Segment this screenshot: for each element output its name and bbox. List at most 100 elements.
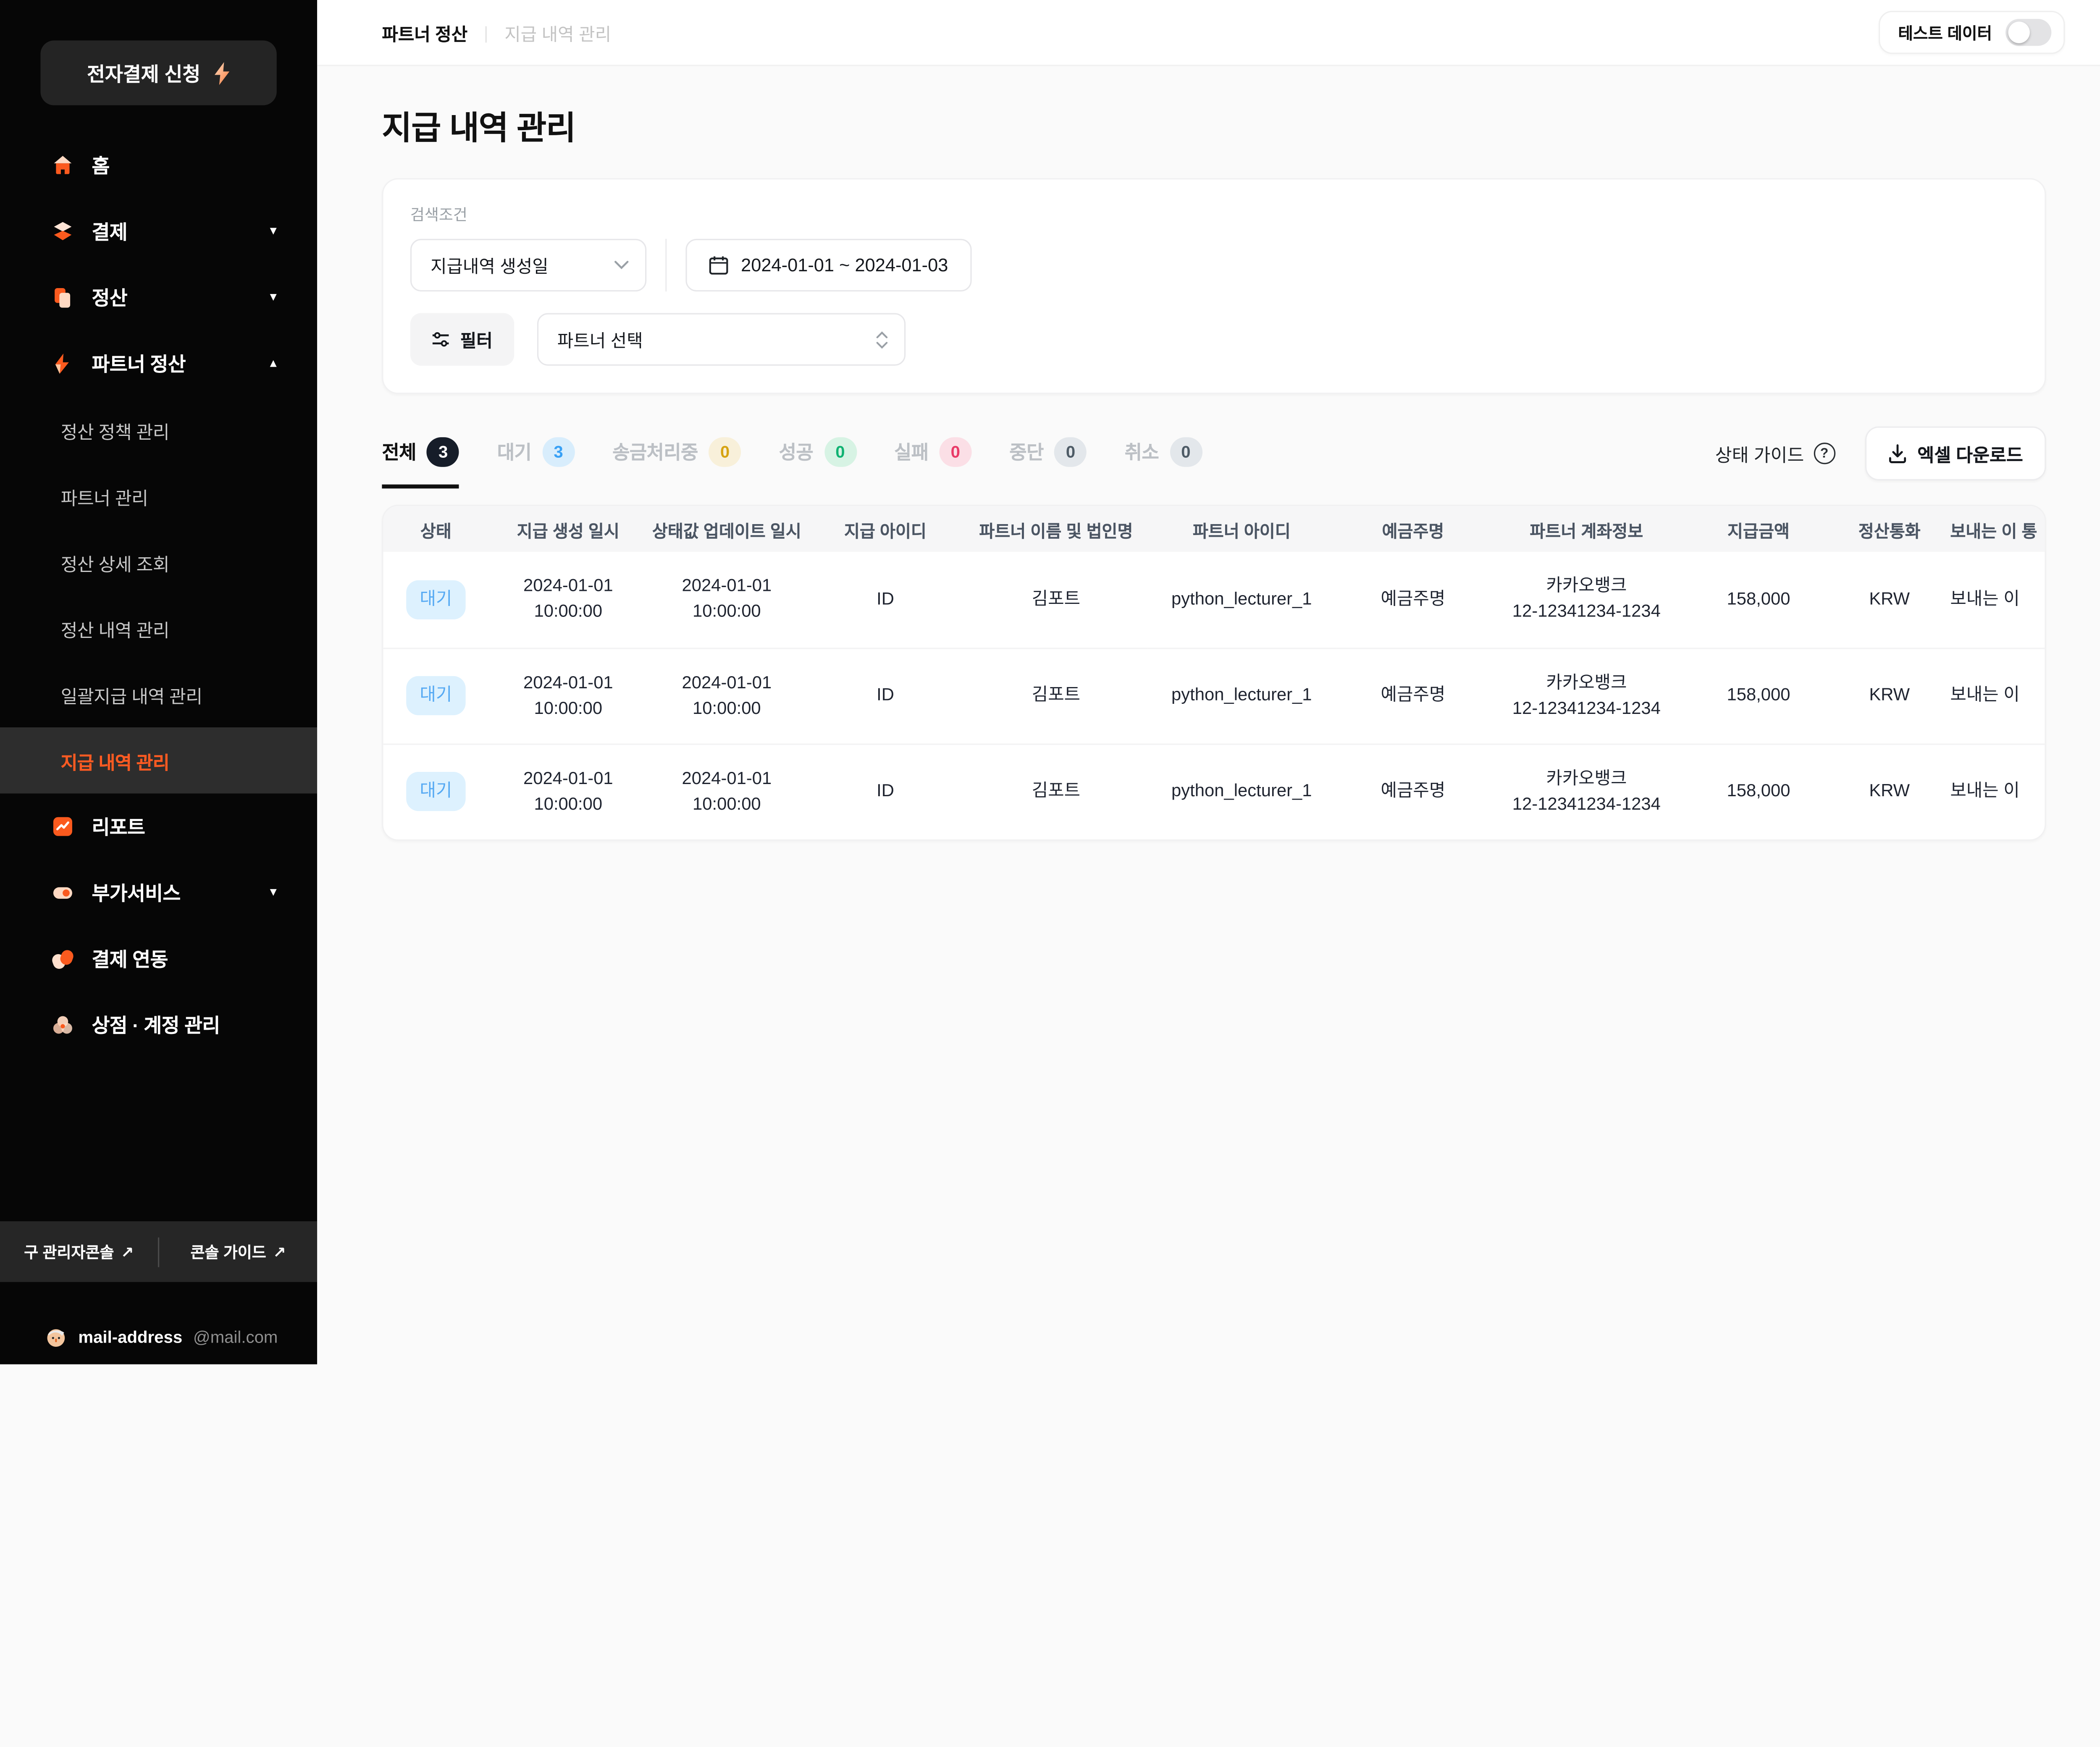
tab-cancelled[interactable]: 취소 0	[1125, 437, 1202, 470]
tab-success[interactable]: 성공 0	[779, 437, 856, 470]
link-label: 구 관리자콘솔	[24, 1241, 114, 1262]
sidebar-item-addon-services[interactable]: 부가서비스 ▾	[0, 860, 317, 926]
partner-select[interactable]: 파트너 선택	[537, 313, 906, 366]
subitem-label: 정산 내역 관리	[61, 615, 169, 642]
tab-failed[interactable]: 실패 0	[894, 437, 971, 470]
cell-created: 2024-01-01 10:00:00	[488, 552, 648, 648]
e-payment-apply-button[interactable]: 전자결제 신청	[40, 40, 276, 105]
cell-created: 2024-01-01 10:00:00	[488, 744, 648, 839]
download-icon	[1888, 443, 1907, 464]
tab-count-badge: 0	[1170, 437, 1202, 467]
tab-processing[interactable]: 송금처리중 0	[612, 437, 741, 470]
user-account[interactable]: mail-address @mail.com	[45, 1325, 278, 1348]
status-badge: 대기	[406, 772, 465, 811]
excel-download-button[interactable]: 엑셀 다운로드	[1865, 426, 2046, 480]
tab-label: 취소	[1125, 438, 1159, 465]
search-row: 지급내역 생성일 2024-01-01 ~ 2024-01-03	[410, 239, 2018, 291]
date-type-value: 지급내역 생성일	[430, 252, 614, 278]
tab-count-badge: 0	[939, 437, 971, 467]
sidebar-subitem-bulk-payout-history[interactable]: 일괄지급 내역 관리	[0, 661, 317, 727]
cell-sender: 보내는 이	[1945, 552, 2046, 648]
chevron-down-icon: ▾	[270, 290, 277, 305]
tab-label: 중단	[1009, 438, 1044, 465]
cell-payout-id: ID	[806, 552, 965, 648]
tab-label: 실패	[894, 438, 929, 465]
table-actions: 상태 가이드 ? 엑셀 다운로드	[1715, 426, 2046, 480]
payout-table-card: 상태 지급 생성 일시 상태값 업데이트 일시 지급 아이디 파트너 이름 및 …	[382, 505, 2046, 841]
table-row[interactable]: 대기 2024-01-01 10:00:00 2024-01-01 10:00:…	[383, 552, 2046, 648]
sidebar-item-label: 정산	[92, 283, 127, 312]
sidebar-item-payment-integration[interactable]: 결제 연동	[0, 926, 317, 992]
user-email-domain: @mail.com	[193, 1327, 278, 1346]
col-payout-id: 지급 아이디	[806, 506, 965, 552]
filter-icon	[432, 332, 449, 346]
cell-holder: 예금주명	[1336, 648, 1490, 743]
sidebar: 전자결제 신청 홈 결제 ▾	[0, 0, 317, 1364]
cell-partner-id: python_lecturer_1	[1147, 648, 1336, 743]
sidebar-subitem-settlement-detail[interactable]: 정산 상세 조회	[0, 529, 317, 595]
chevron-down-icon: ▾	[270, 885, 277, 900]
status-tabs: 전체 3 대기 3 송금처리중 0 성공 0 실패 0	[382, 437, 1202, 470]
subitem-label: 지급 내역 관리	[61, 747, 169, 774]
table-row[interactable]: 대기 2024-01-01 10:00:00 2024-01-01 10:00:…	[383, 648, 2046, 743]
sidebar-item-settlement[interactable]: 정산 ▾	[0, 265, 317, 331]
tab-count-badge: 3	[542, 437, 575, 467]
cell-partner-name: 김포트	[965, 744, 1147, 839]
date-type-select[interactable]: 지급내역 생성일	[410, 239, 646, 291]
sidebar-item-home[interactable]: 홈	[0, 132, 317, 198]
sidebar-item-store-account[interactable]: 상점 · 계정 관리	[0, 992, 317, 1058]
tab-label: 송금처리중	[612, 438, 698, 465]
sidebar-item-label: 상점 · 계정 관리	[92, 1011, 220, 1039]
console-guide-link[interactable]: 콘솔 가이드 ↗	[159, 1221, 317, 1282]
lightning-icon	[213, 61, 230, 84]
sidebar-item-label: 부가서비스	[92, 879, 181, 907]
tab-count-badge: 0	[824, 437, 856, 467]
test-data-label: 테스트 데이터	[1898, 21, 1992, 44]
tab-count-badge: 0	[1055, 437, 1087, 467]
col-created: 지급 생성 일시	[488, 506, 648, 552]
sidebar-footer: 구 관리자콘솔 ↗ 콘솔 가이드 ↗	[0, 1221, 317, 1282]
cell-account: 카카오뱅크 12-12341234-1234	[1490, 648, 1683, 743]
tab-waiting[interactable]: 대기 3	[497, 437, 575, 470]
tab-all[interactable]: 전체 3	[382, 437, 459, 470]
cell-sender: 보내는 이	[1945, 744, 2046, 839]
cell-currency: KRW	[1834, 744, 1945, 839]
sidebar-subitem-settlement-policy[interactable]: 정산 정책 관리	[0, 397, 317, 463]
sidebar-item-partner-settlement[interactable]: 파트너 정산 ▴	[0, 331, 317, 396]
cell-account: 카카오뱅크 12-12341234-1234	[1490, 552, 1683, 648]
test-data-toggle[interactable]	[2006, 19, 2051, 46]
filter-row: 필터 파트너 선택	[410, 313, 2018, 366]
cell-partner-id: python_lecturer_1	[1147, 744, 1336, 839]
calendar-icon	[709, 255, 729, 275]
cell-partner-name: 김포트	[965, 648, 1147, 743]
chevron-down-icon: ▾	[270, 224, 277, 239]
cell-status: 대기	[383, 744, 489, 839]
app-viewport: 전자결제 신청 홈 결제 ▾	[0, 0, 2100, 1364]
sidebar-item-payments[interactable]: 결제 ▾	[0, 198, 317, 264]
sidebar-nav: 홈 결제 ▾ 정산 ▾ 파트너 정산 ▴	[0, 132, 317, 1058]
subitem-label: 정산 상세 조회	[61, 548, 169, 575]
payments-icon	[51, 220, 74, 243]
sidebar-subitem-settlement-history[interactable]: 정산 내역 관리	[0, 595, 317, 661]
sidebar-item-label: 홈	[92, 151, 110, 179]
external-link-icon: ↗	[121, 1242, 134, 1261]
cell-currency: KRW	[1834, 648, 1945, 743]
cell-payout-id: ID	[806, 744, 965, 839]
sidebar-item-report[interactable]: 리포트	[0, 793, 317, 859]
table-row[interactable]: 대기 2024-01-01 10:00:00 2024-01-01 10:00:…	[383, 744, 2046, 839]
tab-stopped[interactable]: 중단 0	[1009, 437, 1087, 470]
breadcrumb-section[interactable]: 파트너 정산	[382, 20, 467, 45]
sidebar-subitem-payout-history[interactable]: 지급 내역 관리	[0, 727, 317, 793]
filter-button[interactable]: 필터	[410, 313, 514, 366]
store-account-icon	[51, 1013, 74, 1036]
user-email-name: mail-address	[78, 1327, 182, 1346]
status-guide-link[interactable]: 상태 가이드 ?	[1715, 440, 1835, 467]
cell-currency: KRW	[1834, 552, 1945, 648]
payout-table: 상태 지급 생성 일시 상태값 업데이트 일시 지급 아이디 파트너 이름 및 …	[383, 506, 2046, 839]
legacy-console-link[interactable]: 구 관리자콘솔 ↗	[0, 1221, 158, 1282]
date-range-value: 2024-01-01 ~ 2024-01-03	[741, 255, 948, 275]
sidebar-subitem-partner-management[interactable]: 파트너 관리	[0, 463, 317, 529]
status-guide-label: 상태 가이드	[1715, 440, 1804, 467]
avatar	[45, 1325, 68, 1348]
date-range-button[interactable]: 2024-01-01 ~ 2024-01-03	[685, 239, 971, 291]
